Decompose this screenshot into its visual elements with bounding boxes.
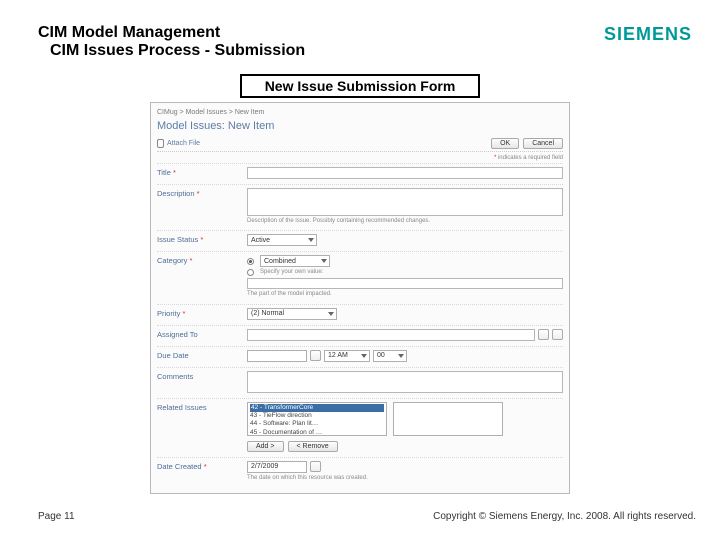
label-date-created: Date Created *: [157, 461, 247, 471]
address-book-icon[interactable]: [552, 329, 563, 340]
check-name-icon[interactable]: [538, 329, 549, 340]
label-title: Title *: [157, 167, 247, 177]
cancel-button[interactable]: Cancel: [523, 138, 563, 149]
list-item[interactable]: 42 - TransformerCore: [250, 404, 384, 412]
hint-category: The part of the model impacted.: [247, 291, 563, 298]
category-select[interactable]: Combined: [260, 255, 330, 267]
hint-date-created: The date on which this resource was crea…: [247, 475, 563, 482]
calendar-icon[interactable]: [310, 350, 321, 361]
due-minute-select[interactable]: 00: [373, 350, 407, 362]
chevron-down-icon: [321, 259, 327, 263]
title-line-2: CIM Issues Process - Submission: [50, 42, 305, 60]
due-hour-select[interactable]: 12 AM: [324, 350, 370, 362]
label-related-issues: Related Issues: [157, 402, 247, 412]
remove-button[interactable]: < Remove: [288, 441, 338, 452]
label-due-date: Due Date: [157, 350, 247, 360]
category-option-combined[interactable]: Combined: [247, 255, 563, 267]
page-number: Page 11: [38, 511, 75, 522]
siemens-logo: SIEMENS: [604, 24, 692, 45]
required-note: * indicates a required field: [157, 154, 563, 163]
form-screenshot: CIMug > Model Issues > New Item Model Is…: [150, 102, 570, 494]
paperclip-icon: [157, 139, 164, 148]
copyright: Copyright © Siemens Energy, Inc. 2008. A…: [433, 511, 696, 522]
label-assigned-to: Assigned To: [157, 329, 247, 339]
category-option-specify[interactable]: Specify your own value:: [247, 269, 563, 276]
related-issues-listbox[interactable]: 42 - TransformerCore 43 - TieFlow direct…: [247, 402, 387, 436]
chevron-down-icon: [308, 238, 314, 242]
priority-select[interactable]: (2) Normal: [247, 308, 337, 320]
comments-textarea[interactable]: [247, 371, 563, 393]
status-select[interactable]: Active: [247, 234, 317, 246]
title-input[interactable]: [247, 167, 563, 179]
add-button[interactable]: Add >: [247, 441, 284, 452]
chevron-down-icon: [361, 354, 367, 358]
attach-file-label: Attach File: [167, 140, 200, 147]
calendar-icon[interactable]: [310, 461, 321, 472]
attach-file-link[interactable]: Attach File: [157, 139, 200, 148]
chevron-down-icon: [328, 312, 334, 316]
chevron-down-icon: [398, 354, 404, 358]
label-comments: Comments: [157, 371, 247, 381]
list-item[interactable]: 44 - Software: Plan lit…: [250, 420, 384, 428]
category-custom-input[interactable]: [247, 278, 563, 289]
label-category: Category *: [157, 255, 247, 265]
label-description: Description *: [157, 188, 247, 198]
due-date-input[interactable]: [247, 350, 307, 362]
radio-icon: [247, 269, 254, 276]
ok-button[interactable]: OK: [491, 138, 519, 149]
list-item[interactable]: 45 - Documentation of …: [250, 429, 384, 436]
radio-icon: [247, 258, 254, 265]
label-priority: Priority *: [157, 308, 247, 318]
assigned-to-input[interactable]: [247, 329, 535, 341]
title-line-1: CIM Model Management: [38, 24, 305, 42]
form-banner: New Issue Submission Form: [240, 74, 480, 98]
label-status: Issue Status *: [157, 234, 247, 244]
breadcrumb: CIMug > Model Issues > New Item: [157, 107, 563, 118]
form-page-title: Model Issues: New Item: [157, 118, 563, 136]
related-issues-selected-listbox[interactable]: [393, 402, 503, 436]
list-item[interactable]: 43 - TieFlow direction: [250, 412, 384, 420]
description-textarea[interactable]: [247, 188, 563, 216]
hint-description: Description of the issue. Possibly conta…: [247, 218, 563, 225]
date-created-input[interactable]: 2/7/2009: [247, 461, 307, 473]
